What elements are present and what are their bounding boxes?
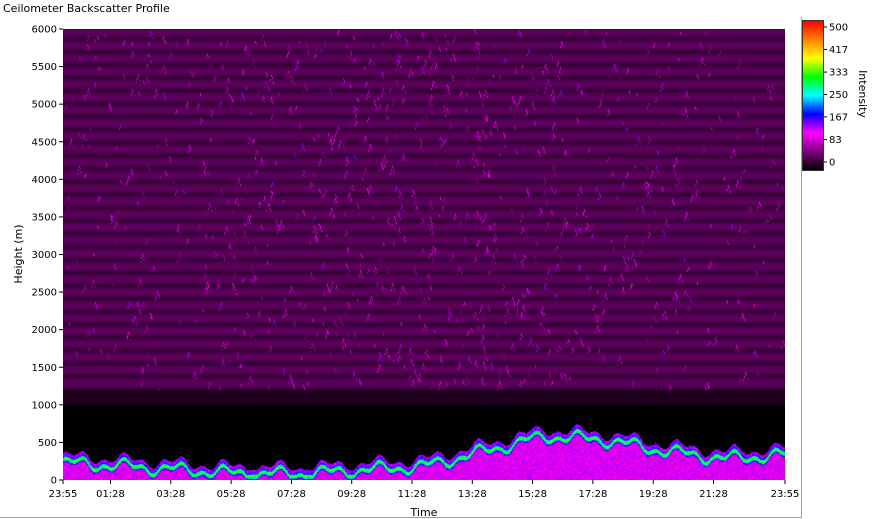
colorbar-tick-label: 0 [829, 158, 835, 169]
x-tick-label: 11:28 [398, 489, 427, 500]
y-tick-label: 1000 [32, 400, 57, 411]
x-tick-label: 03:28 [156, 489, 185, 500]
y-axis-title: Height (m) [12, 224, 25, 283]
x-tick-label: 09:28 [337, 489, 366, 500]
colorbar [802, 20, 824, 171]
y-tick-label: 4000 [32, 175, 57, 186]
y-axis: 0 500 1000 1500 2000 2500 3000 3500 4000 4500 5000… [32, 25, 63, 487]
y-tick-label: 3000 [32, 250, 57, 261]
y-tick-label: 4500 [32, 137, 57, 148]
colorbar-tick-label: 417 [829, 45, 848, 56]
x-tick-label: 13:28 [458, 489, 487, 500]
y-tick-label: 5500 [32, 62, 57, 73]
colorbar-title: Intensity [856, 70, 869, 118]
x-tick-label: 21:28 [699, 489, 728, 500]
colorbar-axis: 500 417 333 250 167 83 0 [823, 23, 848, 169]
x-tick-label: 17:28 [578, 489, 607, 500]
colorbar-tick-label: 83 [829, 135, 842, 146]
x-tick-label: 19:28 [639, 489, 668, 500]
x-tick-label: 15:28 [518, 489, 547, 500]
y-tick-label: 2000 [32, 325, 57, 336]
colorbar-tick-label: 250 [829, 90, 848, 101]
y-tick-label: 6000 [32, 25, 57, 36]
x-tick-label: 07:28 [277, 489, 306, 500]
x-tick-label: 01:28 [96, 489, 125, 500]
y-tick-label: 500 [38, 438, 57, 449]
colorbar-tick-label: 500 [829, 23, 848, 34]
x-tick-label: 05:28 [217, 489, 246, 500]
colorbar-tick-label: 167 [829, 112, 848, 123]
x-axis: 23:55 01:28 03:28 05:28 07:28 09:28 11:28 13:28… [49, 480, 800, 500]
y-tick-label: 2500 [32, 288, 57, 299]
x-tick-label: 23:55 [49, 489, 78, 500]
x-tick-label: 23:55 [771, 489, 800, 500]
y-tick-label: 5000 [32, 100, 57, 111]
y-tick-label: 1500 [32, 363, 57, 374]
colorbar-tick-label: 333 [829, 68, 848, 79]
y-tick-label: 0 [51, 476, 57, 487]
x-axis-title: Time [410, 506, 438, 519]
y-tick-label: 3500 [32, 212, 57, 223]
axes-layer: 0500100015002000250030003500400045005000… [12, 23, 869, 519]
